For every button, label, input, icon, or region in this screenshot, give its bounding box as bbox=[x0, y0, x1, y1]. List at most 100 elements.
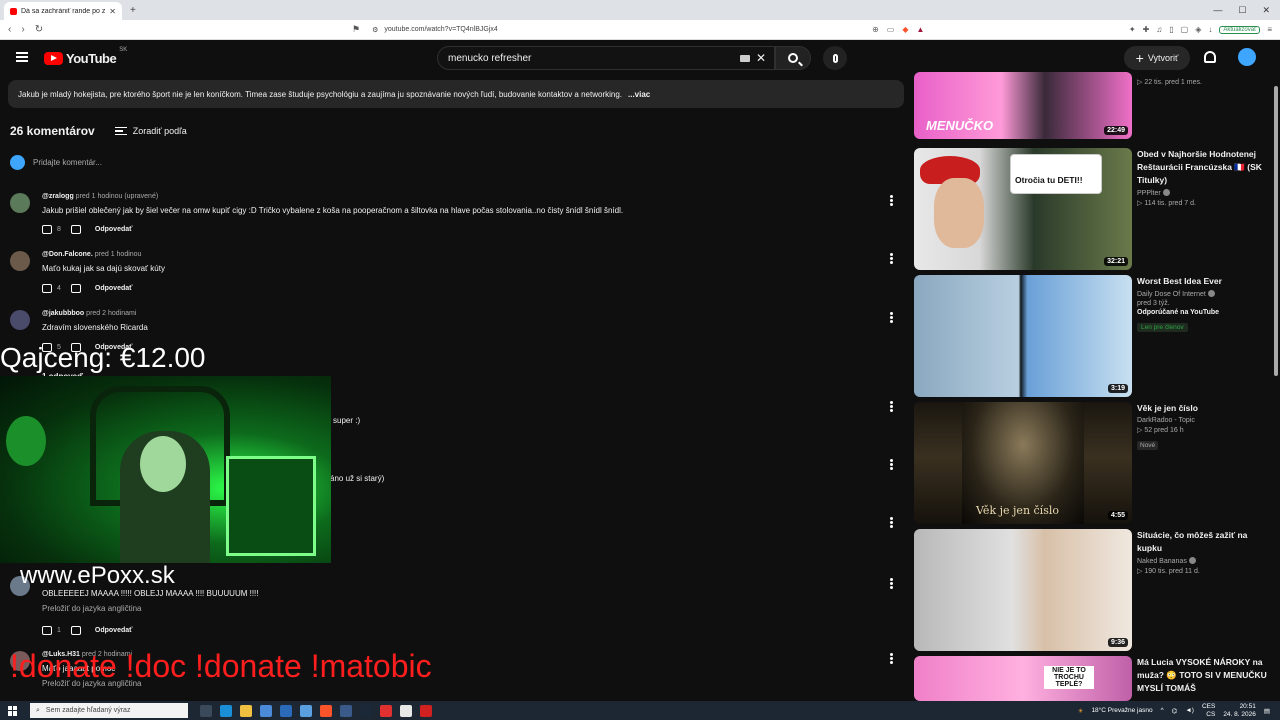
youtube-logo[interactable]: YouTube SK bbox=[44, 47, 127, 66]
more-options-icon[interactable] bbox=[890, 253, 893, 264]
channel-name[interactable]: Naked Bananas bbox=[1137, 557, 1267, 565]
store-icon[interactable] bbox=[260, 704, 272, 717]
search-input[interactable]: menucko refresher ✕ bbox=[437, 46, 775, 70]
obs-icon[interactable] bbox=[420, 704, 432, 717]
brave-shield-icon[interactable]: ◆ bbox=[902, 25, 908, 34]
url-field[interactable]: ⚙ youtube.com/watch?v=TQ4nlBJGjx4 bbox=[372, 23, 872, 37]
brave-icon[interactable] bbox=[320, 704, 332, 717]
clock[interactable]: 20:51 24. 8. 2026 bbox=[1223, 703, 1256, 719]
app-icon[interactable] bbox=[380, 704, 392, 717]
more-options-icon[interactable] bbox=[890, 401, 893, 412]
forward-icon[interactable]: › bbox=[21, 24, 24, 35]
bookmark-icon[interactable]: ⚑ bbox=[352, 24, 360, 35]
maximize-icon[interactable]: ☐ bbox=[1238, 5, 1246, 16]
browser-tab[interactable]: Dá sa zachrániť rande po zlom začiatku? … bbox=[4, 2, 122, 20]
video-title[interactable]: Věk je jen číslo bbox=[1137, 402, 1267, 415]
zoom-icon[interactable]: ⊕ bbox=[872, 25, 879, 34]
video-thumbnail[interactable]: 9:36 bbox=[914, 529, 1132, 651]
notifications-bell-icon[interactable] bbox=[1204, 51, 1216, 63]
video-title[interactable]: Situácie, čo môžeš zažiť na kupku bbox=[1137, 529, 1267, 555]
video-thumbnail[interactable]: NIE JE TO TROCHU TEPLÉ? bbox=[914, 656, 1132, 701]
recommended-video[interactable]: NIE JE TO TROCHU TEPLÉ? Má Lucia VYSOKÉ … bbox=[914, 656, 1270, 701]
video-thumbnail[interactable]: Otročia tu DETI!! 32:21 bbox=[914, 148, 1132, 270]
add-comment[interactable]: Pridajte komentár... bbox=[10, 155, 102, 170]
video-thumbnail[interactable]: MENUČKO 22:49 bbox=[914, 72, 1132, 139]
site-info-icon[interactable]: ⚙ bbox=[372, 26, 378, 34]
reload-icon[interactable]: ↻ bbox=[35, 24, 43, 35]
task-view-icon[interactable] bbox=[200, 704, 212, 717]
video-title[interactable]: Obed v Najhoršie Hodnotenej Reštaurácii … bbox=[1137, 148, 1267, 187]
channel-name[interactable]: PPPlter bbox=[1137, 189, 1267, 197]
steam-icon[interactable] bbox=[360, 704, 372, 717]
video-title[interactable]: Má Lucia VYSOKÉ NÁROKY na muža? 😳 TOTO S… bbox=[1137, 656, 1267, 695]
wallet-icon[interactable]: ▢ bbox=[1181, 25, 1189, 34]
translate-link[interactable]: Preložiť do jazyka angličtina bbox=[42, 604, 142, 613]
edge-icon[interactable] bbox=[220, 704, 232, 717]
taskbar-search[interactable]: ⌕ Sem zadajte hľadaný výraz bbox=[30, 703, 188, 718]
sort-button[interactable]: Zoradiť podľa bbox=[114, 126, 187, 136]
video-thumbnail[interactable]: 3:19 bbox=[914, 275, 1132, 397]
video-description[interactable]: Jakub je mladý hokejista, pre ktorého šp… bbox=[8, 80, 904, 108]
comment-time[interactable]: pred 2 hodinami bbox=[86, 310, 136, 317]
recommended-video[interactable]: MENUČKO 22:49 ▷ 22 tis. pred 1 mes. bbox=[914, 72, 1270, 144]
video-thumbnail[interactable]: Věk je jen číslo 4:55 bbox=[914, 402, 1132, 524]
vpn-icon[interactable]: ◈ bbox=[1195, 25, 1201, 34]
dislike-icon[interactable] bbox=[70, 225, 81, 234]
commenter-avatar[interactable] bbox=[10, 193, 30, 213]
dislike-icon[interactable] bbox=[70, 626, 81, 635]
browser-menu-icon[interactable]: ≡ bbox=[1267, 25, 1272, 34]
app-icon[interactable] bbox=[340, 704, 352, 717]
comment-author[interactable]: @zralogg bbox=[42, 193, 74, 200]
network-icon[interactable]: ⌬ bbox=[1172, 707, 1178, 715]
search-button[interactable] bbox=[775, 46, 811, 70]
more-options-icon[interactable] bbox=[890, 653, 893, 664]
more-options-icon[interactable] bbox=[890, 459, 893, 470]
music-icon[interactable]: ♫ bbox=[1156, 25, 1162, 34]
more-options-icon[interactable] bbox=[890, 578, 893, 589]
rewards-icon[interactable]: ▲ bbox=[917, 25, 925, 34]
volume-icon[interactable]: ◄) bbox=[1185, 707, 1194, 714]
keyboard-icon[interactable] bbox=[739, 54, 750, 62]
close-tab-icon[interactable]: ✕ bbox=[109, 7, 116, 16]
page-scrollbar[interactable] bbox=[1272, 76, 1280, 701]
extension-icon[interactable]: ✦ bbox=[1129, 25, 1136, 34]
sidebar-icon[interactable]: ▯ bbox=[1169, 25, 1173, 34]
windows-start-icon[interactable] bbox=[8, 705, 18, 716]
weather-text[interactable]: 18°C Prevažne jasno bbox=[1091, 707, 1152, 714]
reply-button[interactable]: Odpovedať bbox=[95, 285, 133, 292]
reply-button[interactable]: Odpovedať bbox=[95, 627, 133, 634]
scrollbar-thumb[interactable] bbox=[1274, 86, 1278, 376]
recommended-video[interactable]: 3:19 Worst Best Idea Ever Daily Dose Of … bbox=[914, 275, 1270, 397]
voice-search-button[interactable] bbox=[823, 46, 847, 70]
close-window-icon[interactable]: ✕ bbox=[1262, 5, 1270, 16]
comment-time[interactable]: pred 1 hodinou bbox=[95, 251, 142, 258]
reply-button[interactable]: Odpovedať bbox=[95, 226, 133, 233]
clear-search-icon[interactable]: ✕ bbox=[756, 51, 766, 65]
puzzle-icon[interactable]: ✚ bbox=[1143, 25, 1150, 34]
tray-chevron-icon[interactable]: ^ bbox=[1161, 707, 1164, 714]
app-icon[interactable] bbox=[400, 704, 412, 717]
notifications-icon[interactable]: ▤ bbox=[1264, 707, 1270, 715]
back-icon[interactable]: ‹ bbox=[8, 24, 11, 35]
weather-icon[interactable]: ☀ bbox=[1078, 707, 1084, 715]
hamburger-menu-icon[interactable] bbox=[16, 52, 28, 62]
comment-time[interactable]: pred 1 hodinou (upravené) bbox=[76, 193, 159, 200]
channel-name[interactable]: Daily Dose Of Internet bbox=[1137, 290, 1267, 298]
more-options-icon[interactable] bbox=[890, 517, 893, 528]
file-explorer-icon[interactable] bbox=[240, 704, 252, 717]
comment-author[interactable]: @jakubbboo bbox=[42, 310, 84, 317]
more-options-icon[interactable] bbox=[890, 195, 893, 206]
video-title[interactable]: Worst Best Idea Ever bbox=[1137, 275, 1267, 288]
like-icon[interactable] bbox=[42, 225, 52, 234]
commenter-avatar[interactable] bbox=[10, 251, 30, 271]
mail-icon[interactable] bbox=[280, 704, 292, 717]
more-options-icon[interactable] bbox=[890, 312, 893, 323]
language-indicator[interactable]: CES CS bbox=[1202, 703, 1215, 719]
recommended-video[interactable]: 9:36 Situácie, čo môžeš zažiť na kupku N… bbox=[914, 529, 1270, 651]
add-comment-input[interactable]: Pridajte komentár... bbox=[33, 158, 102, 167]
new-tab-icon[interactable]: + bbox=[130, 5, 136, 16]
show-more-link[interactable]: ...viac bbox=[628, 90, 650, 99]
download-icon[interactable]: ↓ bbox=[1208, 25, 1212, 34]
recommended-video[interactable]: Věk je jen číslo 4:55 Věk je jen číslo D… bbox=[914, 402, 1270, 524]
account-avatar[interactable] bbox=[1238, 48, 1256, 66]
